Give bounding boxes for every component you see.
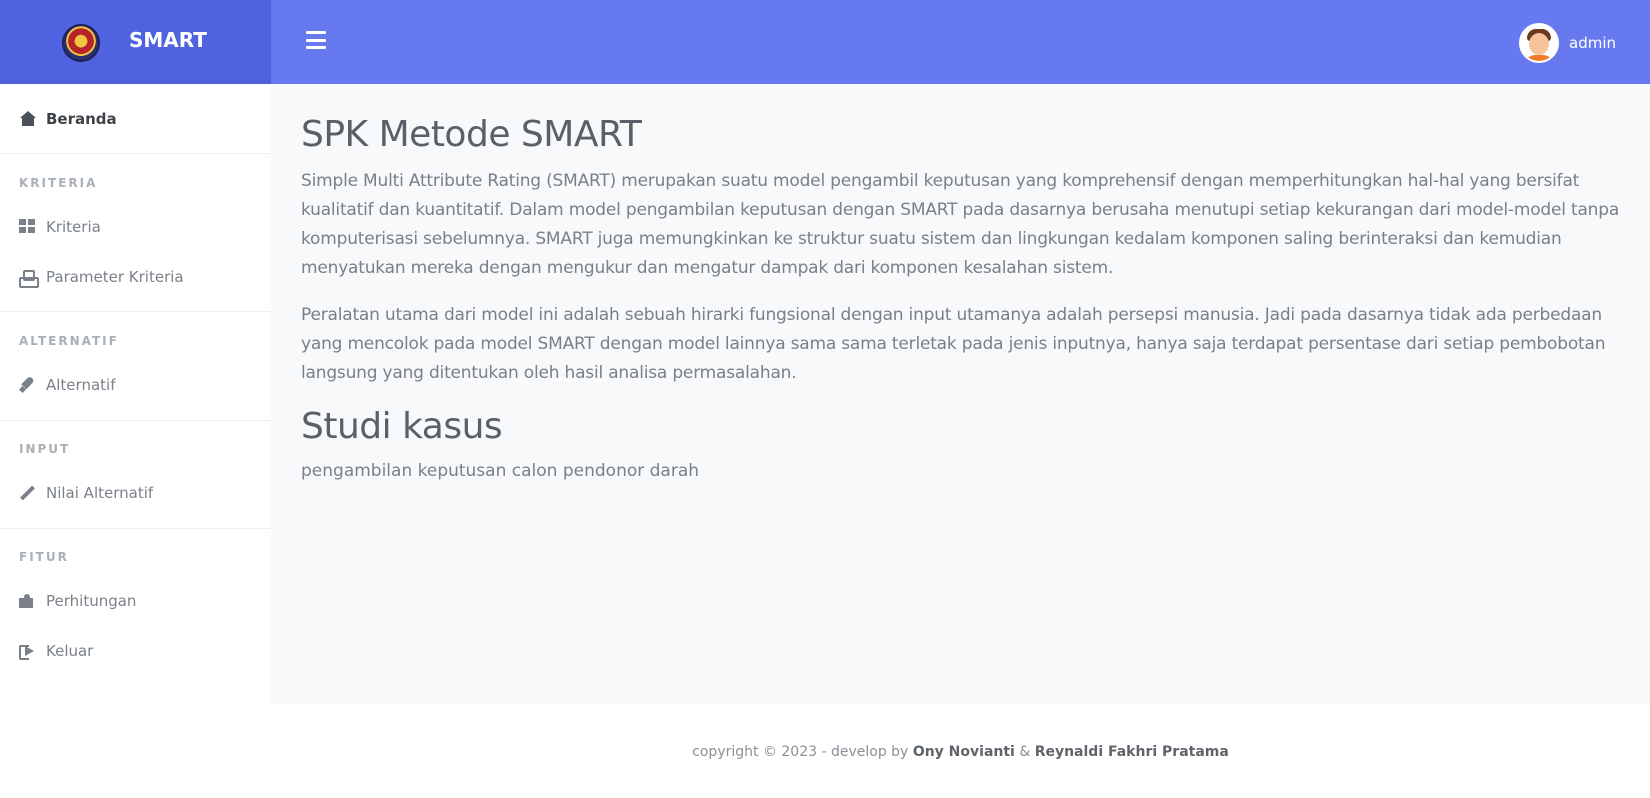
sidebar-item-label: Keluar bbox=[46, 642, 94, 660]
puzzle-icon bbox=[19, 593, 37, 609]
main-content: SPK Metode SMART Simple Multi Attribute … bbox=[271, 84, 1650, 704]
paragraph-detail: Peralatan utama dari model ini adalah se… bbox=[301, 305, 1606, 383]
section-label-input: INPUT bbox=[19, 442, 71, 456]
section-label-fitur: FITUR bbox=[19, 550, 69, 564]
brand-title: SMART bbox=[129, 28, 207, 52]
case-study-text: pengambilan keputusan calon pendonor dar… bbox=[301, 461, 700, 481]
sidebar-item-parameter-kriteria[interactable]: Parameter Kriteria bbox=[0, 262, 271, 292]
sidebar: Beranda KRITERIA Kriteria Parameter Krit… bbox=[0, 84, 271, 798]
pencil-icon bbox=[19, 485, 37, 501]
sidebar-item-beranda[interactable]: Beranda bbox=[0, 104, 271, 134]
sign-out-icon bbox=[19, 643, 37, 660]
sidebar-item-nilai-alternatif[interactable]: Nilai Alternatif bbox=[0, 478, 271, 508]
divider bbox=[0, 528, 271, 529]
user-avatar-icon bbox=[1519, 23, 1559, 63]
brand[interactable]: SMART bbox=[0, 0, 271, 84]
footer-author-2: Reynaldi Fakhri Pratama bbox=[1034, 744, 1229, 760]
footer-author-1: Ony Novianti bbox=[912, 744, 1015, 760]
footer-prefix: copyright © 2023 - develop by bbox=[692, 744, 909, 760]
footer: copyright © 2023 - develop by Ony Novian… bbox=[271, 704, 1650, 798]
sidebar-item-kriteria[interactable]: Kriteria bbox=[0, 212, 271, 242]
sidebar-item-alternatif[interactable]: Alternatif bbox=[0, 370, 271, 400]
sidebar-item-label: Kriteria bbox=[46, 218, 101, 236]
divider bbox=[0, 311, 271, 312]
rocket-icon bbox=[19, 377, 37, 393]
footer-separator: & bbox=[1019, 744, 1031, 760]
home-icon bbox=[19, 111, 37, 127]
paragraph-intro: Simple Multi Attribute Rating (SMART) me… bbox=[301, 171, 1620, 278]
user-menu[interactable]: admin bbox=[1519, 23, 1616, 63]
grid-icon bbox=[19, 219, 37, 235]
topbar: admin bbox=[271, 0, 1650, 84]
sidebar-item-label: Parameter Kriteria bbox=[46, 268, 184, 286]
sidebar-item-label: Beranda bbox=[46, 110, 117, 128]
university-seal-icon bbox=[62, 24, 100, 62]
section-heading: Studi kasus bbox=[301, 406, 503, 447]
divider bbox=[0, 153, 271, 154]
page-title: SPK Metode SMART bbox=[301, 114, 642, 155]
section-label-alternatif: ALTERNATIF bbox=[19, 334, 119, 348]
sidebar-item-label: Nilai Alternatif bbox=[46, 484, 154, 502]
section-label-kriteria: KRITERIA bbox=[19, 176, 98, 190]
cubes-icon bbox=[19, 269, 39, 288]
hamburger-icon[interactable] bbox=[306, 31, 326, 49]
sidebar-item-label: Perhitungan bbox=[46, 592, 137, 610]
divider bbox=[0, 420, 271, 421]
user-name: admin bbox=[1569, 34, 1616, 52]
sidebar-item-label: Alternatif bbox=[46, 376, 116, 394]
sidebar-item-keluar[interactable]: Keluar bbox=[0, 636, 271, 666]
sidebar-item-perhitungan[interactable]: Perhitungan bbox=[0, 586, 271, 616]
